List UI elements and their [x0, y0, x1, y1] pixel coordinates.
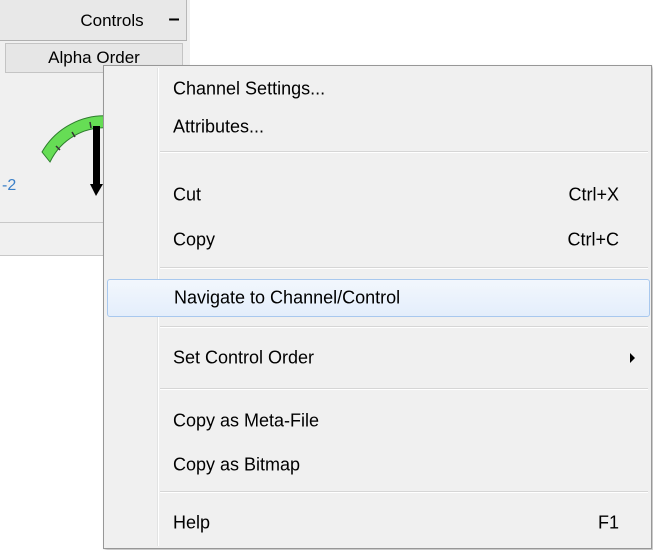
menu-item-label: Set Control Order — [173, 347, 315, 368]
menu-item-label: Channel Settings... — [173, 78, 326, 99]
menu-item-copy-bitmap[interactable]: Copy as Bitmap — [106, 446, 649, 484]
menu-item-help[interactable]: Help F1 — [106, 504, 649, 542]
menu-separator — [160, 326, 648, 328]
menu-item-cut[interactable]: Cut Ctrl+X — [106, 176, 649, 214]
menu-separator — [160, 491, 648, 493]
gauge-min-label: -2 — [2, 177, 17, 194]
menu-separator — [160, 388, 648, 390]
menu-separator — [160, 151, 648, 153]
menu-item-copy-meta-file[interactable]: Copy as Meta-File — [106, 402, 649, 440]
menu-item-label: Attributes... — [173, 116, 265, 137]
menu-separator — [160, 267, 648, 269]
menu-item-shortcut: F1 — [597, 512, 619, 533]
header-divider — [0, 40, 187, 41]
gauge-needle-tip — [90, 184, 103, 196]
menu-item-navigate[interactable]: Navigate to Channel/Control — [107, 279, 650, 317]
menu-item-label: Help — [173, 512, 211, 533]
menu-item-label: Copy as Meta-File — [173, 410, 320, 431]
gauge-tick — [89, 121, 92, 129]
panel-header: Controls – — [0, 0, 187, 40]
menu-item-channel-settings[interactable]: Channel Settings... — [106, 70, 649, 108]
menu-item-label: Copy — [173, 229, 216, 250]
menu-item-label: Navigate to Channel/Control — [174, 287, 401, 308]
gauge-needle — [93, 126, 100, 188]
menu-item-shortcut: Ctrl+C — [567, 229, 619, 250]
menu-item-set-control-order[interactable]: Set Control Order — [106, 339, 649, 377]
menu-item-label: Cut — [173, 184, 202, 205]
menu-item-attributes[interactable]: Attributes... — [106, 108, 649, 146]
menu-item-copy[interactable]: Copy Ctrl+C — [106, 221, 649, 259]
submenu-arrow-icon — [630, 353, 635, 363]
panel-title: Controls — [80, 11, 144, 30]
menu-item-shortcut: Ctrl+X — [568, 184, 619, 205]
minimize-button[interactable]: – — [164, 9, 184, 32]
menu-item-label: Copy as Bitmap — [173, 454, 301, 475]
context-menu: Channel Settings... Attributes... Cut Ct… — [103, 65, 652, 549]
